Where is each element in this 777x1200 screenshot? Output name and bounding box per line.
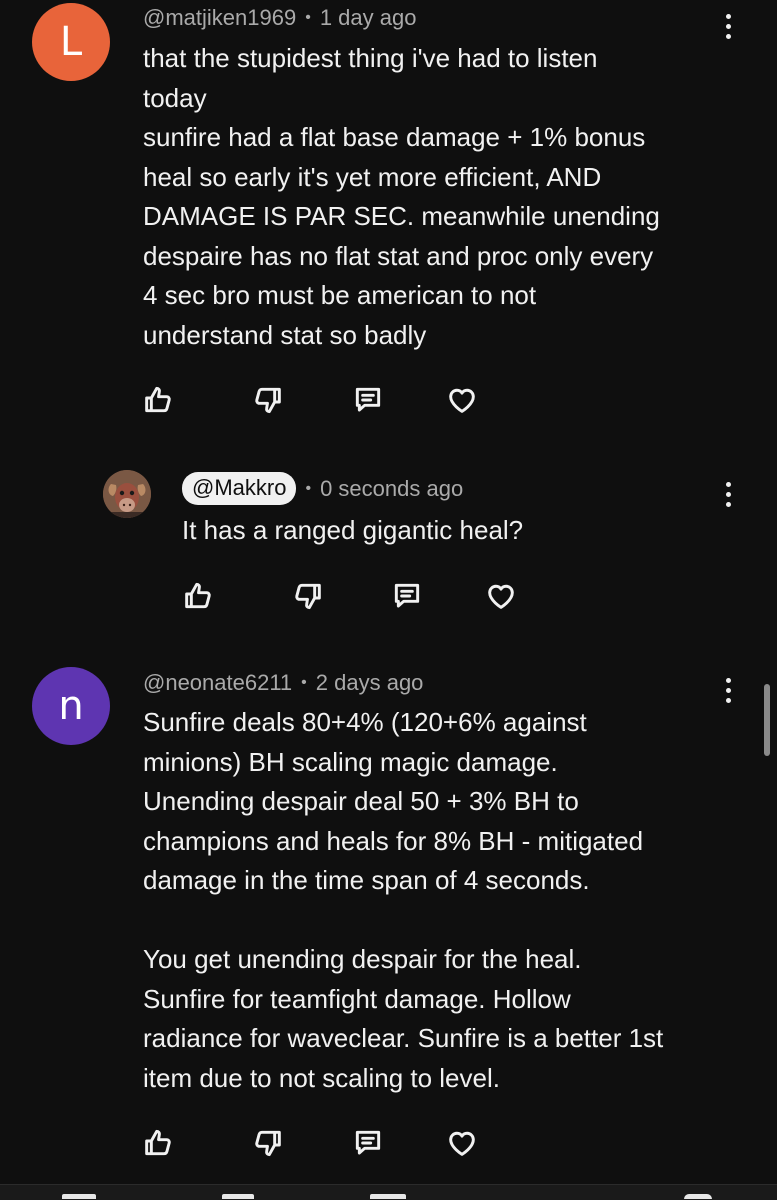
thumbs-up-icon (145, 386, 171, 413)
comment-line: sunfire had a flat base damage + 1% bonu… (143, 122, 646, 152)
timestamp[interactable]: 1 day ago (320, 5, 417, 31)
timestamp[interactable]: 2 days ago (316, 670, 424, 696)
comment-meta: @neonate6211 • 2 days ago (143, 670, 423, 696)
thumbs-down-icon (255, 1130, 281, 1157)
thumbs-up-icon (145, 1129, 171, 1156)
heart-button[interactable] (442, 380, 482, 420)
dislike-button[interactable] (248, 1123, 288, 1163)
comment-line: that the stupidest thing i've had to lis… (143, 43, 598, 73)
thumbs-down-icon (255, 387, 281, 414)
comment-line: Unending despair deal 50 + 3% BH to (143, 786, 579, 816)
meta-separator: • (301, 674, 307, 691)
avatar-neonate6211[interactable]: n (32, 667, 110, 745)
reply-icon (394, 583, 420, 608)
comment-line: 4 sec bro must be american to not (143, 280, 537, 310)
more-options-button[interactable] (713, 670, 743, 710)
nav-home-icon[interactable] (62, 1194, 96, 1199)
reply-icon (355, 387, 381, 412)
comment-reply: @Makkro • 0 seconds ago It has a ranged … (0, 440, 777, 650)
more-vertical-icon (725, 13, 731, 19)
meta-separator: • (305, 9, 311, 26)
comment-line: heal so early it's yet more efficient, A… (143, 161, 602, 192)
reply-button[interactable] (348, 1123, 388, 1163)
comment-line: You get unending despair for the heal. (143, 944, 582, 974)
comment-meta: @matjiken1969 • 1 day ago (143, 5, 416, 31)
comment-line: item due to not scaling to level. (143, 1062, 500, 1093)
comment-line: despaire has no flat stat and proc only … (143, 240, 654, 271)
author-handle[interactable]: @neonate6211 (143, 670, 292, 696)
comment-line: damage in the time span of 4 seconds. (143, 865, 590, 895)
comment-line: champions and heals for 8% BH - mitigate… (143, 825, 644, 856)
more-options-button[interactable] (713, 6, 743, 46)
heart-icon (488, 584, 514, 609)
avatar-letter: L (59, 19, 83, 65)
comment-line-blank (143, 901, 663, 941)
goat-avatar-icon (103, 470, 151, 518)
like-button[interactable] (138, 380, 178, 420)
comment-meta: @Makkro • 0 seconds ago (182, 472, 463, 505)
more-vertical-icon (725, 677, 731, 683)
heart-icon (449, 1131, 475, 1156)
heart-button[interactable] (442, 1123, 482, 1163)
scrollbar-thumb[interactable] (764, 684, 770, 756)
heart-icon (449, 388, 475, 413)
nav-you-icon[interactable] (684, 1194, 712, 1199)
comment-line: It has a ranged gigantic heal? (182, 515, 524, 545)
timestamp[interactable]: 0 seconds ago (320, 476, 463, 502)
nav-shorts-icon[interactable] (222, 1194, 254, 1199)
like-button[interactable] (178, 576, 218, 616)
avatar-matjiken1969[interactable]: L (32, 3, 110, 81)
comment-line: Sunfire deals 80+4% (120+6% against (143, 707, 587, 737)
avatar-letter: n (58, 683, 84, 729)
thumbs-down-icon (295, 583, 321, 610)
dislike-button[interactable] (288, 576, 328, 616)
comment-body: It has a ranged gigantic heal? (182, 511, 523, 551)
nav-create-icon[interactable] (370, 1194, 406, 1199)
comment-line: minions) BH scaling magic damage. (143, 746, 558, 777)
comment-3: n @neonate6211 • 2 days ago Sunfire deal… (0, 650, 777, 1184)
more-options-button[interactable] (713, 474, 743, 514)
comment-line: DAMAGE IS PAR SEC. meanwhile unending (143, 201, 660, 231)
reply-icon (355, 1130, 381, 1155)
reply-button[interactable] (387, 576, 427, 616)
comment-1: L @matjiken1969 • 1 day ago that the stu… (0, 0, 777, 440)
more-vertical-icon (725, 481, 731, 487)
heart-button[interactable] (481, 576, 521, 616)
reply-button[interactable] (348, 380, 388, 420)
comment-body: that the stupidest thing i've had to lis… (143, 39, 660, 355)
thumbs-up-icon (185, 582, 211, 609)
author-handle-highlighted[interactable]: @Makkro (182, 472, 297, 505)
comment-line: radiance for waveclear. Sunfire is a bet… (143, 1023, 664, 1053)
comment-line: today (143, 82, 207, 113)
comment-line: understand stat so badly (143, 319, 427, 350)
dislike-button[interactable] (248, 380, 288, 420)
author-handle[interactable]: @matjiken1969 (143, 5, 296, 31)
like-button[interactable] (138, 1123, 178, 1163)
comment-line: Sunfire for teamfight damage. Hollow (143, 983, 571, 1014)
avatar-makkro[interactable] (103, 470, 151, 518)
meta-separator: • (305, 479, 312, 497)
comment-body: Sunfire deals 80+4% (120+6% against mini… (143, 703, 663, 1098)
